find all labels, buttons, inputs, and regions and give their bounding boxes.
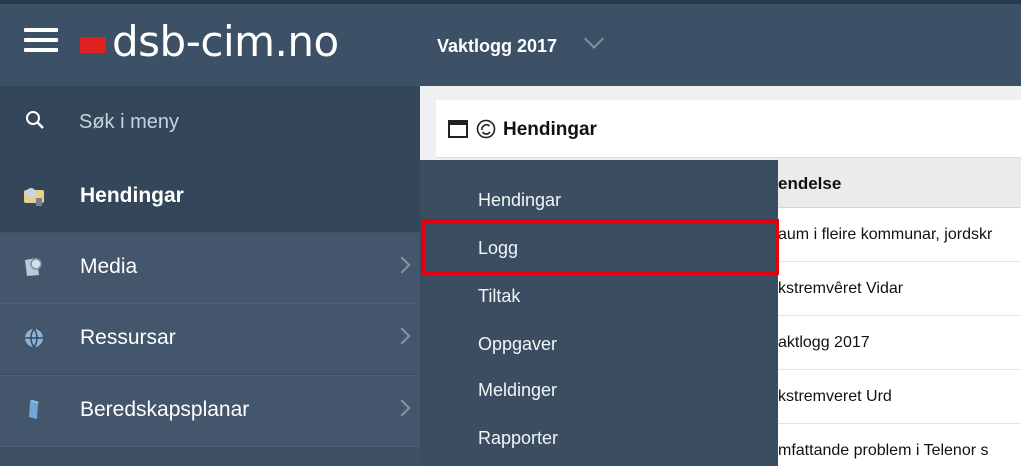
media-icon: [25, 258, 42, 276]
sidebar-item-ressursar[interactable]: Ressursar: [0, 304, 420, 374]
submenu-item-label: Rapporter: [478, 428, 559, 448]
submenu-item-hendingar[interactable]: Hendingar: [420, 178, 778, 222]
sidebar-item-label: Beredskapsplanar: [80, 398, 250, 421]
sidebar-item-label: Hendingar: [80, 184, 184, 207]
brand-logo-icon: [80, 37, 106, 53]
submenu-item-label: Hendingar: [478, 190, 562, 210]
chevron-right-icon: [393, 327, 411, 345]
chevron-down-icon[interactable]: [584, 29, 604, 49]
chevron-right-icon: [393, 256, 411, 274]
sidebar-item-label: Ressursar: [80, 326, 176, 349]
submenu-item-meldinger[interactable]: Meldinger: [420, 368, 778, 412]
table-row[interactable]: aum i fleire kommunar, jordskr: [770, 208, 1021, 262]
window-icon[interactable]: [448, 120, 468, 138]
table-cell: aum i fleire kommunar, jordskr: [778, 226, 993, 243]
sidebar-item-hendingar[interactable]: Hendingar: [0, 162, 420, 232]
menu-search-input[interactable]: Søk i meny: [79, 111, 179, 134]
sidebar-item-beredskapsplanar[interactable]: Beredskapsplanar: [0, 376, 420, 446]
submenu-item-label: Meldinger: [478, 380, 558, 400]
search-icon: [26, 111, 44, 129]
submenu-item-tiltak[interactable]: Tiltak: [420, 274, 778, 318]
refresh-icon[interactable]: [476, 119, 496, 139]
chevron-right-icon: [393, 399, 411, 417]
table-cell: kstremveret Urd: [778, 388, 892, 405]
table-row[interactable]: mfattande problem i Telenor s: [770, 424, 1021, 466]
submenu-item-label: Oppgaver: [478, 334, 558, 354]
column-header: endelse: [778, 174, 842, 193]
hamburger-menu-icon[interactable]: [24, 26, 58, 54]
sidebar-item-media[interactable]: Media: [0, 233, 420, 303]
sidebar-item-label: Media: [80, 255, 138, 278]
top-bar: dsb-cim.no Vaktlogg 2017: [0, 0, 1021, 86]
table-header[interactable]: endelse: [770, 158, 1021, 208]
document-plan-icon: [29, 400, 39, 419]
hendingar-submenu: Hendingar Logg Tiltak Oppgaver Meldinger…: [420, 160, 778, 466]
table-row[interactable]: kstremvêret Vidar: [770, 262, 1021, 316]
brand-name[interactable]: dsb-cim.no: [112, 14, 339, 70]
events-table: endelse aum i fleire kommunar, jordskr k…: [770, 158, 1021, 466]
highlight-box: [421, 219, 779, 275]
log-selector-title[interactable]: Vaktlogg 2017: [437, 36, 557, 57]
menu-search[interactable]: Søk i meny: [0, 86, 420, 162]
submenu-item-rapporter[interactable]: Rapporter: [420, 416, 778, 460]
table-cell: kstremvêret Vidar: [778, 280, 904, 297]
table-row[interactable]: kstremveret Urd: [770, 370, 1021, 424]
panel-header: Hendingar: [436, 100, 1021, 158]
globe-icon: [25, 328, 43, 348]
submenu-item-label: Tiltak: [478, 286, 521, 306]
panel-title: Hendingar: [503, 119, 597, 140]
table-row[interactable]: aktlogg 2017: [770, 316, 1021, 370]
submenu-item-oppgaver[interactable]: Oppgaver: [420, 322, 778, 366]
table-cell: mfattande problem i Telenor s: [778, 442, 989, 459]
table-cell: aktlogg 2017: [778, 334, 870, 351]
sidebar: Søk i meny Hendingar Media Ressursar Ber…: [0, 86, 420, 466]
incident-icon: [24, 188, 44, 206]
